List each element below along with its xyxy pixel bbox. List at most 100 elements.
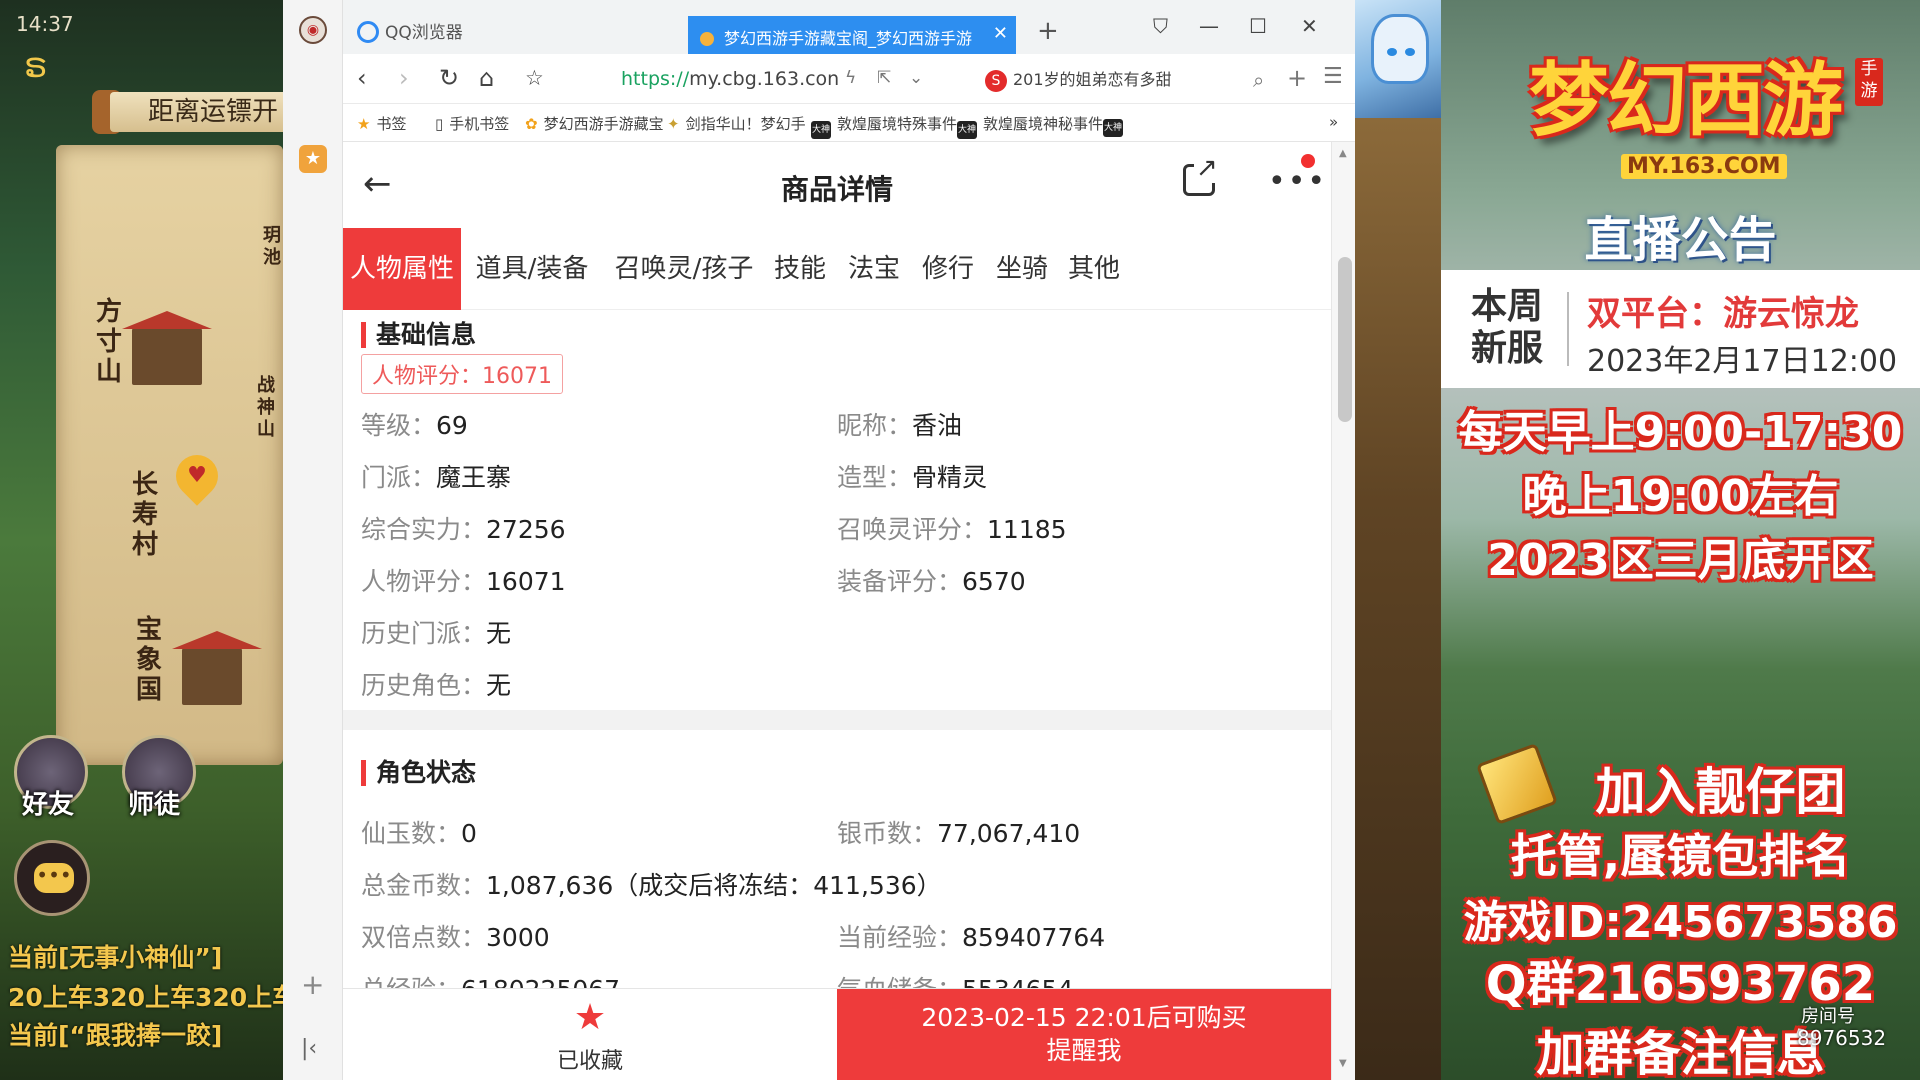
bookmark-label: 手机书签 [449,115,510,133]
sword-icon: ✦ [667,115,680,133]
place-fangcun[interactable]: 方寸山 [94,297,124,387]
mobile-game-tag: 手游 [1855,58,1883,106]
new-zone-notice: 2023区三月底开区 [1487,535,1874,586]
announcement-heading: 直播公告 [1584,212,1777,268]
game-id-text: 游戏ID:245673586 [1463,897,1898,948]
tab-other[interactable]: 其他 [1059,228,1129,310]
category-tabs: 人物属性 道具/装备 召唤灵/孩子 技能 法宝 修行 坐骑 其他 [343,228,1331,310]
section-title: 角色状态 [361,760,476,786]
attr-appearance: 造型：骨精灵 [837,463,988,492]
place-yaochi[interactable]: 玥池 [262,225,282,269]
service-text: 托管,蜃镜包排名 [1510,829,1851,883]
collapse-rail-icon[interactable]: |‹ [301,1036,317,1061]
url-host: my.cbg.163.con [689,68,840,90]
eye-icon [1387,48,1397,56]
room-number: 8976532 [1797,1026,1887,1050]
tab-items-equipment[interactable]: 道具/装备 [467,228,597,310]
bookmark-item[interactable]: 大神 敦煌蜃境神秘事件 [957,113,1103,139]
star-filled-icon: ★ [573,997,607,1038]
home-icon[interactable]: ⌂ [479,64,494,92]
close-window-icon[interactable]: ✕ [1301,14,1318,38]
bookmark-item[interactable]: ▯ 手机书签 [435,113,509,134]
new-server-notice: 本周新服 双平台：游云惊龙 2023年2月17日12:00 [1441,270,1920,388]
share-icon[interactable] [1183,153,1220,196]
tab-favicon-icon [700,32,714,46]
bookmark-label: 梦幻西游手游藏宝 [543,115,664,133]
tab-summons-children[interactable]: 召唤灵/孩子 [605,228,763,310]
share-page-icon[interactable]: ⇱ [877,68,891,88]
place-baoxiang[interactable]: 宝象国 [134,615,164,705]
chat-line-2: 20上车320上车320上车 [8,983,283,1012]
bookmark-item[interactable]: ★ 书签 [357,113,406,134]
remind-me-button[interactable]: 2023-02-15 22:01后可购买 提醒我 [837,989,1331,1080]
place-zhanshen[interactable]: 战神山 [254,375,278,441]
new-tab-icon[interactable]: + [1037,16,1059,46]
chevron-down-icon[interactable]: ⌄ [909,68,923,88]
bookmark-item[interactable]: ✿ 梦幻西游手游藏宝 [525,113,664,134]
attr-summon-score: 召唤灵评分：11185 [837,515,1067,544]
more-icon[interactable]: ••• [1268,164,1327,199]
chat-button[interactable]: ••• [14,840,90,916]
notification-dot [1301,154,1315,168]
tab-close-icon[interactable]: ✕ [993,23,1008,44]
swirl-icon[interactable]: ຣ [24,48,60,84]
back-icon[interactable]: ‹ [357,64,367,92]
bookmark-item[interactable]: ✦ 剑指华山！梦幻手 [667,113,806,134]
scrollbar-thumb[interactable] [1338,257,1352,422]
dashen-icon: 大神 [811,121,831,139]
scroll-down-icon[interactable]: ▼ [1339,1058,1347,1069]
eye-icon [1405,48,1415,56]
attr-history-school: 历史门派：无 [361,619,512,648]
stream-announcement-panel: 梦幻西游 手游 MY.163.COM 直播公告 本周新服 双平台：游云惊龙 20… [1441,0,1920,1080]
scroll-up-icon[interactable]: ▲ [1339,148,1347,159]
shirt-skin-icon[interactable]: ⛉ [1153,14,1168,38]
star-icon: ★ [357,115,371,133]
tab-mounts[interactable]: 坐骑 [987,228,1057,310]
tab-cultivation[interactable]: 修行 [913,228,983,310]
place-changshou[interactable]: 长寿村 [130,470,160,560]
location-pin-icon[interactable]: ♥ [167,446,227,506]
bookmark-item[interactable]: 大神 [1103,113,1129,137]
bookmark-item[interactable]: 大神 敦煌蜃境特殊事件 [811,113,957,139]
notice-server-name: 双平台：游云惊龙 [1587,294,1859,334]
url-input[interactable]: https://my.cbg.163.con [621,68,839,90]
tab-treasures[interactable]: 法宝 [839,228,909,310]
search-box[interactable]: S 201岁的姐弟恋有多甜 [985,66,1172,92]
plus-icon[interactable]: + [1287,64,1307,92]
remind-me-text: 提醒我 [1046,1036,1122,1065]
chevron-right-icon[interactable]: » [1329,113,1338,131]
forward-icon[interactable]: › [399,64,409,92]
attr-character-score: 人物评分：16071 [361,567,566,596]
buy-time-text: 2023-02-15 22:01后可购买 [921,1003,1247,1032]
favorite-label: 已收藏 [556,1049,623,1074]
left-game-panel: 14:37 ຣ 距离运镖开 方寸山 长寿村 宝象国 战神山 玥池 ♥ 好友 师徒… [0,0,283,1080]
minimize-icon[interactable]: — [1199,14,1219,38]
world-map[interactable]: 方寸山 长寿村 宝象国 战神山 玥池 [56,145,283,765]
bookmark-label: 敦煌蜃境特殊事件 [837,115,958,133]
active-tab[interactable]: 梦幻西游手游藏宝阁_梦幻西游手游 ✕ [688,16,1016,54]
attr-nickname: 昵称：香油 [837,411,963,440]
attr-history-role: 历史角色：无 [361,671,512,700]
search-text: 201岁的姐弟恋有多甜 [1013,70,1172,89]
tab-character-attributes[interactable]: 人物属性 [343,228,461,310]
search-icon[interactable]: ⌕ [1253,68,1264,92]
tab-skills[interactable]: 技能 [765,228,835,310]
page-header: ← 商品详情 ••• [343,142,1331,228]
add-app-icon[interactable]: + [301,968,324,1001]
lightning-icon[interactable]: ϟ [845,68,856,88]
friends-label: 好友 [22,790,75,820]
star-icon[interactable]: ☆ [525,66,544,90]
bottom-action-bar: ★ 已收藏 2023-02-15 22:01后可购买 提醒我 [343,988,1331,1080]
user-avatar[interactable]: ◉ [299,16,327,44]
baoxiang-building-icon [172,631,262,705]
reload-icon[interactable]: ↻ [439,64,459,92]
page-scrollbar[interactable]: ▲ ▼ [1331,142,1355,1080]
favorites-app-icon[interactable]: ★ [299,145,327,173]
menu-icon[interactable]: ☰ [1323,64,1343,89]
favorite-button[interactable]: ★ 已收藏 [343,999,837,1075]
notice-label: 本周新服 [1471,286,1544,369]
bookmark-label: 敦煌蜃境神秘事件 [983,115,1104,133]
chat-line-1: 当前[无事小神仙”] [8,943,223,972]
maximize-icon[interactable]: ☐ [1249,14,1267,38]
url-protocol: https:// [621,68,690,90]
